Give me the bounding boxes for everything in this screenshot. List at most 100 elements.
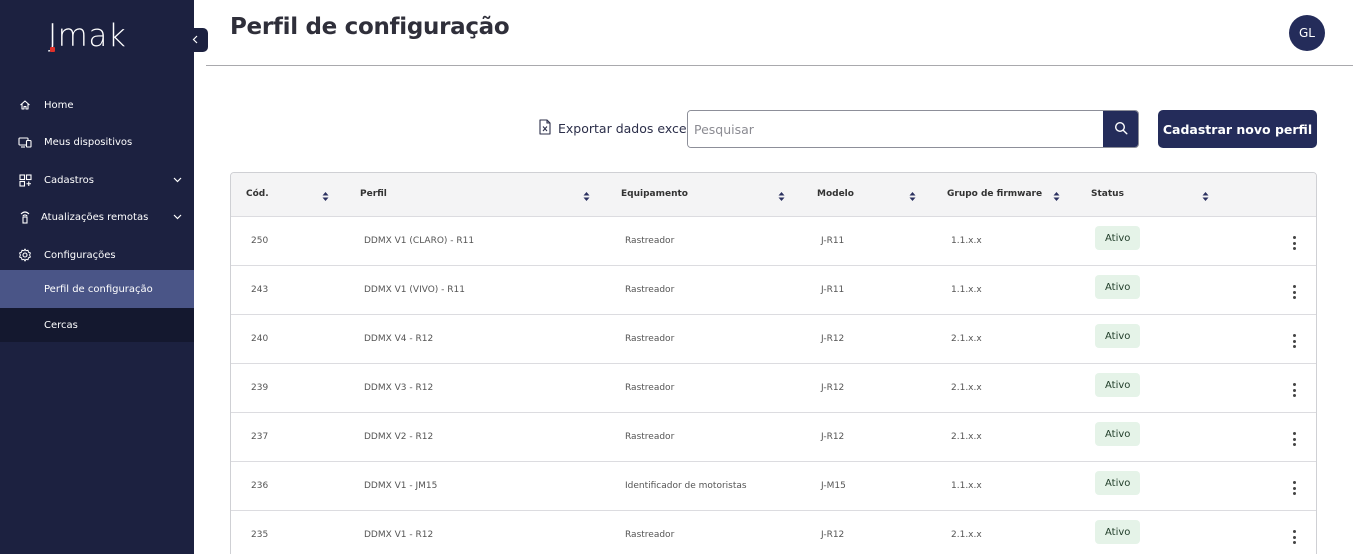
new-profile-button[interactable]: Cadastrar novo perfil xyxy=(1158,110,1317,148)
devices-icon xyxy=(18,135,32,149)
sidebar-item-remote-updates[interactable]: Atualizações remotas xyxy=(0,198,194,236)
sidebar-collapse-button[interactable] xyxy=(182,28,208,52)
cell-code: 235 xyxy=(251,530,269,540)
sidebar-item-label: Cercas xyxy=(44,319,78,331)
logo-text: Jmak xyxy=(48,18,127,54)
chevron-down-icon[interactable] xyxy=(172,175,182,185)
column-header-code[interactable]: Cód. xyxy=(246,189,269,199)
sort-icon[interactable] xyxy=(1053,187,1060,201)
cell-profile: DDMX V3 - R12 xyxy=(364,383,434,393)
sidebar-item-label: Configurações xyxy=(44,249,116,261)
sidebar-item-label: Home xyxy=(44,99,74,111)
cell-firmware: 2.1.x.x xyxy=(951,383,982,393)
cell-code: 243 xyxy=(251,285,269,295)
search-icon xyxy=(1114,120,1128,139)
more-options-icon[interactable] xyxy=(1289,383,1299,397)
sidebar-item-home[interactable]: Home xyxy=(0,86,194,124)
table-row[interactable]: 237 DDMX V2 - R12 Rastreador J-R12 2.1.x… xyxy=(231,413,1316,462)
status-badge: Ativo xyxy=(1095,275,1141,299)
cell-profile: DDMX V1 - R12 xyxy=(364,530,434,540)
cell-code: 250 xyxy=(251,236,269,246)
table-row[interactable]: 235 DDMX V1 - R12 Rastreador J-R12 2.1.x… xyxy=(231,511,1316,554)
sort-icon[interactable] xyxy=(1202,187,1209,201)
cell-model: J-R12 xyxy=(821,383,845,393)
cell-code: 237 xyxy=(251,432,269,442)
cell-firmware: 2.1.x.x xyxy=(951,334,982,344)
header-divider xyxy=(206,65,1353,66)
table-header: Cód. Perfil Equipamento Modelo Grupo de … xyxy=(231,173,1316,217)
column-header-equipment[interactable]: Equipamento xyxy=(621,189,688,199)
sort-icon[interactable] xyxy=(909,187,916,201)
search-button[interactable] xyxy=(1103,111,1138,147)
profiles-table: Cód. Perfil Equipamento Modelo Grupo de … xyxy=(230,172,1317,554)
sidebar-item-cadastros[interactable]: Cadastros xyxy=(0,161,194,199)
table-row[interactable]: 240 DDMX V4 - R12 Rastreador J-R12 2.1.x… xyxy=(231,315,1316,364)
more-options-icon[interactable] xyxy=(1289,285,1299,299)
logo-accent xyxy=(50,47,55,52)
sidebar-item-label: Atualizações remotas xyxy=(41,211,149,223)
search-box xyxy=(687,110,1139,148)
sort-icon[interactable] xyxy=(583,187,590,201)
sidebar-item-label: Meus dispositivos xyxy=(44,136,133,148)
cell-equipment: Rastreador xyxy=(625,236,675,246)
cell-model: J-R12 xyxy=(821,530,845,540)
table-row[interactable]: 243 DDMX V1 (VIVO) - R11 Rastreador J-R1… xyxy=(231,266,1316,315)
more-options-icon[interactable] xyxy=(1289,530,1299,544)
sidebar: Jmak Home Meus dispositivos Cadastros At… xyxy=(0,0,194,554)
export-excel-button[interactable]: Exportar dados excel xyxy=(538,119,690,138)
cell-firmware: 2.1.x.x xyxy=(951,432,982,442)
status-badge: Ativo xyxy=(1095,226,1141,250)
table-row[interactable]: 250 DDMX V1 (CLARO) - R11 Rastreador J-R… xyxy=(231,217,1316,266)
more-options-icon[interactable] xyxy=(1289,236,1299,250)
chevron-left-icon xyxy=(192,34,198,47)
avatar[interactable]: GL xyxy=(1289,15,1325,51)
sidebar-item-label: Cadastros xyxy=(44,174,94,186)
sort-icon[interactable] xyxy=(778,187,785,201)
cell-firmware: 2.1.x.x xyxy=(951,530,982,540)
sidebar-subitem-cercas[interactable]: Cercas xyxy=(0,308,194,342)
cell-firmware: 1.1.x.x xyxy=(951,285,982,295)
status-badge: Ativo xyxy=(1095,471,1141,495)
logo[interactable]: Jmak xyxy=(48,18,126,54)
cell-profile: DDMX V1 (VIVO) - R11 xyxy=(364,285,465,295)
column-header-firmware[interactable]: Grupo de firmware xyxy=(947,189,1042,199)
cell-firmware: 1.1.x.x xyxy=(951,236,982,246)
more-options-icon[interactable] xyxy=(1289,432,1299,446)
sidebar-item-devices[interactable]: Meus dispositivos xyxy=(0,123,194,161)
cell-code: 240 xyxy=(251,334,269,344)
status-badge: Ativo xyxy=(1095,324,1141,348)
cell-equipment: Rastreador xyxy=(625,383,675,393)
status-badge: Ativo xyxy=(1095,520,1141,544)
app-root: Jmak Home Meus dispositivos Cadastros At… xyxy=(0,0,1355,554)
more-options-icon[interactable] xyxy=(1289,481,1299,495)
home-icon xyxy=(18,98,32,112)
column-header-model[interactable]: Modelo xyxy=(817,189,854,199)
cell-equipment: Rastreador xyxy=(625,285,675,295)
column-header-status[interactable]: Status xyxy=(1091,189,1124,199)
cell-model: J-R11 xyxy=(821,285,845,295)
page-title: Perfil de configuração xyxy=(230,14,510,40)
column-header-profile[interactable]: Perfil xyxy=(360,189,387,199)
export-label: Exportar dados excel xyxy=(558,121,691,136)
cell-firmware: 1.1.x.x xyxy=(951,481,982,491)
cell-code: 236 xyxy=(251,481,269,491)
cell-equipment: Rastreador xyxy=(625,530,675,540)
gear-icon xyxy=(18,248,32,262)
sort-icon[interactable] xyxy=(322,187,329,201)
status-badge: Ativo xyxy=(1095,422,1141,446)
cell-code: 239 xyxy=(251,383,269,393)
cell-model: J-M15 xyxy=(821,481,846,491)
sidebar-subitem-perfil-configuracao[interactable]: Perfil de configuração xyxy=(0,270,194,308)
cell-model: J-R11 xyxy=(821,236,845,246)
search-input[interactable] xyxy=(688,111,1104,147)
excel-file-icon xyxy=(538,119,552,138)
sidebar-item-label: Perfil de configuração xyxy=(44,283,153,295)
table-row[interactable]: 236 DDMX V1 - JM15 Identificador de moto… xyxy=(231,462,1316,511)
sidebar-item-configuracoes[interactable]: Configurações xyxy=(0,236,194,274)
cell-profile: DDMX V1 - JM15 xyxy=(364,481,438,491)
cell-model: J-R12 xyxy=(821,432,845,442)
grid-plus-icon xyxy=(18,173,32,187)
more-options-icon[interactable] xyxy=(1289,334,1299,348)
table-row[interactable]: 239 DDMX V3 - R12 Rastreador J-R12 2.1.x… xyxy=(231,364,1316,413)
chevron-down-icon[interactable] xyxy=(172,212,182,222)
